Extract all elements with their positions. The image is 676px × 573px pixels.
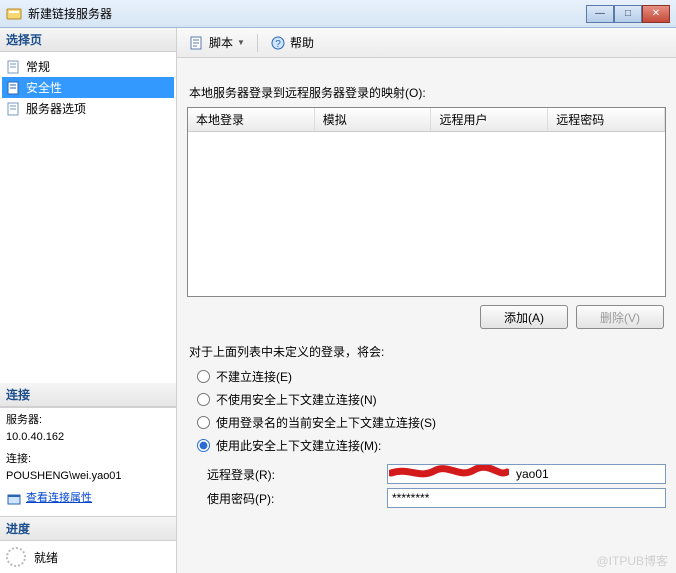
col-remote-user[interactable]: 远程用户 <box>431 108 548 131</box>
nav-item-security[interactable]: 安全性 <box>2 77 174 98</box>
window-title: 新建链接服务器 <box>28 5 586 22</box>
script-icon <box>189 35 205 51</box>
properties-icon <box>6 491 22 507</box>
script-button[interactable]: 脚本 ▼ <box>185 32 249 53</box>
chevron-down-icon: ▼ <box>237 38 245 47</box>
login-option-radios: 不建立连接(E) 不使用安全上下文建立连接(N) 使用登录名的当前安全上下文建立… <box>197 368 666 454</box>
server-value: 10.0.40.162 <box>6 429 170 446</box>
server-label: 服务器: <box>6 412 170 429</box>
col-local-login[interactable]: 本地登录 <box>188 108 315 131</box>
toolbar-separator <box>257 34 258 52</box>
progress-section: 进度 就绪 <box>0 516 176 573</box>
password-input[interactable] <box>387 488 666 508</box>
progress-spinner-icon <box>6 547 26 567</box>
maximize-button[interactable]: □ <box>614 5 642 23</box>
connection-header: 连接 <box>0 383 176 407</box>
nav-list: 常规 安全性 服务器选项 <box>0 52 176 123</box>
login-mapping-grid[interactable]: 本地登录 模拟 远程用户 远程密码 <box>187 107 666 297</box>
radio-label: 不建立连接(E) <box>216 368 292 385</box>
nav-item-general[interactable]: 常规 <box>2 56 174 77</box>
link-label: 查看连接属性 <box>26 490 92 507</box>
help-button[interactable]: ? 帮助 <box>266 32 318 53</box>
add-button[interactable]: 添加(A) <box>480 305 568 329</box>
col-impersonate[interactable]: 模拟 <box>315 108 432 131</box>
radio-label: 使用此安全上下文建立连接(M): <box>216 437 381 454</box>
conn-value: POUSHENG\wei.yao01 <box>6 468 170 485</box>
script-label: 脚本 <box>209 34 233 51</box>
grid-header-row: 本地登录 模拟 远程用户 远程密码 <box>188 108 665 132</box>
password-label: 使用密码(P): <box>207 490 377 507</box>
left-pane: 选择页 常规 安全性 服务器选项 连接 服务器: 10.0.40.162 连接:… <box>0 28 177 573</box>
radio-intro-label: 对于上面列表中未定义的登录，将会: <box>189 343 666 360</box>
view-connection-properties-link[interactable]: 查看连接属性 <box>6 490 92 507</box>
minimize-button[interactable]: — <box>586 5 614 23</box>
connection-box: 服务器: 10.0.40.162 连接: POUSHENG\wei.yao01 … <box>0 407 176 516</box>
conn-label: 连接: <box>6 451 170 468</box>
redaction-mark <box>389 465 509 481</box>
radio-current-security-context[interactable]: 使用登录名的当前安全上下文建立连接(S) <box>197 414 666 431</box>
page-icon <box>6 101 22 117</box>
nav-item-label: 常规 <box>26 58 50 75</box>
progress-header: 进度 <box>0 517 176 541</box>
radio-no-connection[interactable]: 不建立连接(E) <box>197 368 666 385</box>
page-icon <box>6 80 22 96</box>
security-context-fields: 远程登录(R): 使用密码(P): <box>207 464 666 508</box>
watermark: @ITPUB博客 <box>596 552 668 569</box>
radio-label: 使用登录名的当前安全上下文建立连接(S) <box>216 414 436 431</box>
nav-item-label: 服务器选项 <box>26 100 86 117</box>
content-area: 本地服务器登录到远程服务器登录的映射(O): 本地登录 模拟 远程用户 远程密码… <box>177 58 676 573</box>
col-remote-password[interactable]: 远程密码 <box>548 108 665 131</box>
window-buttons: — □ ✕ <box>586 5 670 23</box>
radio-this-security-context[interactable]: 使用此安全上下文建立连接(M): <box>197 437 666 454</box>
progress-status: 就绪 <box>34 549 58 566</box>
remove-button[interactable]: 删除(V) <box>576 305 664 329</box>
svg-text:?: ? <box>275 39 281 50</box>
mapping-label: 本地服务器登录到远程服务器登录的映射(O): <box>189 84 666 101</box>
toolbar: 脚本 ▼ ? 帮助 <box>177 28 676 58</box>
right-pane: 脚本 ▼ ? 帮助 本地服务器登录到远程服务器登录的映射(O): 本地登录 模拟… <box>177 28 676 573</box>
radio-label: 不使用安全上下文建立连接(N) <box>216 391 377 408</box>
radio-no-security-context[interactable]: 不使用安全上下文建立连接(N) <box>197 391 666 408</box>
select-page-header: 选择页 <box>0 28 176 52</box>
page-icon <box>6 59 22 75</box>
nav-item-label: 安全性 <box>26 79 62 96</box>
help-icon: ? <box>270 35 286 51</box>
remote-login-label: 远程登录(R): <box>207 466 377 483</box>
close-button[interactable]: ✕ <box>642 5 670 23</box>
app-icon <box>6 6 22 22</box>
nav-item-server-options[interactable]: 服务器选项 <box>2 98 174 119</box>
title-bar: 新建链接服务器 — □ ✕ <box>0 0 676 28</box>
help-label: 帮助 <box>290 34 314 51</box>
